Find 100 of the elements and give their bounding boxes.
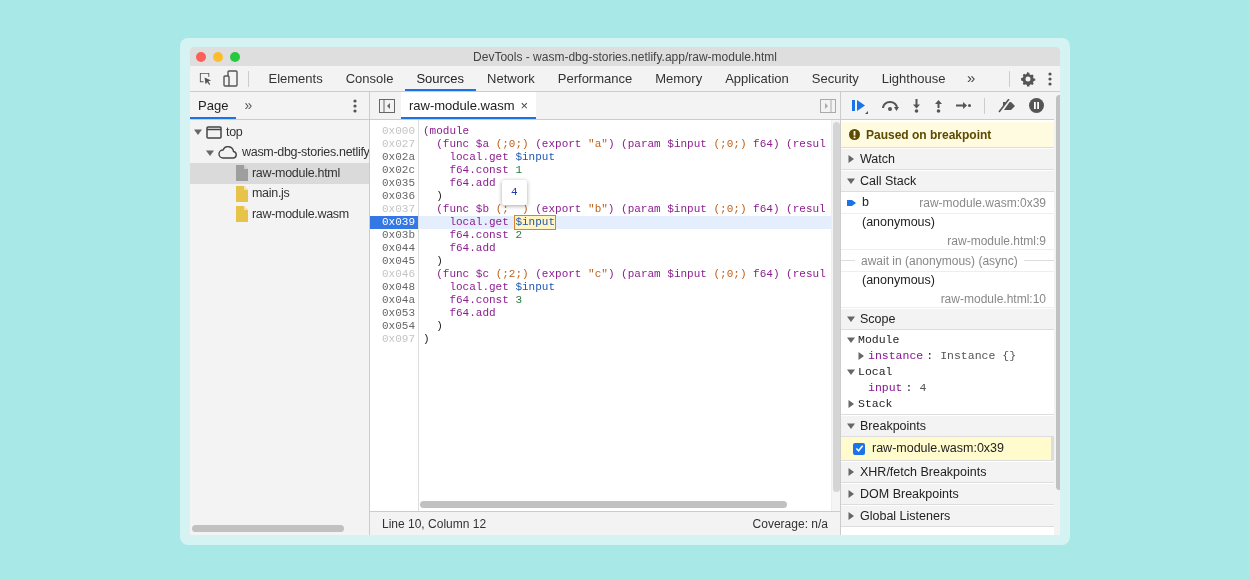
tree-item[interactable]: raw-module.wasm [190, 204, 369, 225]
expanded-arrow-icon[interactable] [847, 368, 855, 376]
scope-item[interactable]: Stack [841, 396, 1054, 412]
cloud-icon [218, 146, 238, 160]
line-number: 0x037 [381, 203, 416, 216]
horizontal-scrollbar[interactable] [192, 524, 344, 532]
more-tabs-button[interactable]: » [236, 92, 261, 119]
step-out-icon[interactable] [934, 98, 943, 113]
settings-icon[interactable] [1020, 70, 1036, 87]
section-header[interactable]: DOM Breakpoints [841, 484, 1054, 505]
code-line: ) [435, 320, 443, 333]
main-tab[interactable]: Console [334, 66, 405, 91]
code-line: ) [435, 190, 443, 203]
code-line: f64.const 1 [448, 164, 523, 177]
section-header[interactable]: Scope [841, 309, 1054, 330]
main-tab[interactable]: Lighthouse [870, 66, 957, 91]
info-icon [849, 129, 860, 140]
editor-tab[interactable]: raw-module.wasm × [401, 92, 537, 119]
main-tab[interactable]: Application [713, 66, 801, 91]
cursor-position: Line 10, Column 12 [382, 515, 487, 533]
main-tab[interactable]: Network [475, 66, 547, 91]
value-tooltip: 4 [501, 180, 527, 205]
line-number[interactable]: 0x02c [370, 164, 418, 177]
expanded-arrow-icon[interactable] [847, 422, 855, 430]
vertical-scrollbar[interactable] [832, 122, 840, 492]
collapsed-arrow-icon[interactable] [847, 468, 855, 476]
more-options-icon[interactable] [1048, 71, 1052, 86]
line-number[interactable]: 0x054 [370, 320, 418, 333]
pause-on-exceptions-icon[interactable] [1029, 98, 1044, 113]
scope-item[interactable]: Local [841, 364, 1054, 380]
main-tab[interactable]: Security [800, 66, 871, 91]
tree-item[interactable]: main.js [190, 183, 369, 204]
device-toolbar-icon[interactable] [223, 70, 238, 87]
tree-item[interactable]: wasm-dbg-stories.netlify [190, 142, 369, 163]
section-header[interactable]: Global Listeners [841, 506, 1054, 527]
main-tab[interactable]: Elements [257, 66, 335, 91]
code-line: f64.const 3 [448, 294, 523, 307]
code-line: (func $a (;0;) (export "a") (param $input (;0;) f64) (resul [435, 138, 826, 151]
expanded-arrow-icon[interactable] [847, 315, 855, 323]
collapsed-arrow-icon[interactable] [847, 512, 855, 520]
scope-item[interactable]: input : 4 [841, 380, 1054, 396]
call-frame[interactable]: b raw-module.wasm:0x39 [841, 192, 1054, 214]
section-header[interactable]: Breakpoints [841, 416, 1054, 437]
coverage-status: Coverage: n/a [752, 515, 828, 533]
toggle-debugger-icon[interactable] [820, 98, 836, 113]
expanded-arrow-icon[interactable] [206, 148, 214, 157]
more-tabs-button[interactable]: » [956, 66, 986, 91]
tree-item[interactable]: raw-module.html [190, 163, 369, 184]
toggle-navigator-icon[interactable] [379, 98, 395, 113]
section-header[interactable]: XHR/fetch Breakpoints [841, 462, 1054, 483]
deactivate-breakpoints-icon[interactable] [998, 98, 1016, 113]
vertical-scrollbar[interactable] [1055, 95, 1060, 490]
checkbox[interactable] [853, 442, 865, 455]
step-over-icon[interactable] [881, 99, 899, 112]
line-number[interactable]: 0x03b [370, 229, 418, 242]
collapsed-arrow-icon[interactable] [857, 352, 865, 360]
line-number[interactable]: 0x044 [370, 242, 418, 255]
resume-icon[interactable] [851, 97, 868, 114]
scope-item[interactable]: Module [841, 332, 1054, 348]
code-line: ) [422, 333, 430, 346]
inspect-element-icon[interactable] [198, 71, 213, 86]
collapsed-arrow-icon[interactable] [847, 400, 855, 408]
expanded-arrow-icon[interactable] [847, 177, 855, 185]
line-number[interactable]: 0x02a [370, 151, 418, 164]
code-line: f64.add [448, 177, 496, 190]
tree-item[interactable]: top [190, 122, 369, 143]
navigator-tab[interactable]: Page [190, 92, 237, 119]
line-number[interactable]: 0x045 [370, 255, 418, 268]
navigator-menu-icon[interactable] [353, 98, 357, 113]
line-number: 0x000 [381, 125, 416, 138]
line-number[interactable]: 0x04a [370, 294, 418, 307]
async-separator: await in (anonymous) (async) [860, 252, 1019, 270]
line-number[interactable]: 0x048 [370, 281, 418, 294]
horizontal-scrollbar[interactable] [420, 501, 787, 508]
paused-message: Paused on breakpoint [866, 126, 992, 144]
line-number[interactable]: 0x053 [370, 307, 418, 320]
main-tab[interactable]: Performance [546, 66, 644, 91]
current-frame-arrow-icon [847, 197, 857, 208]
step-icon[interactable] [956, 101, 971, 110]
code-line: (module [422, 125, 470, 138]
close-tab-button[interactable]: × [520, 95, 529, 116]
collapsed-arrow-icon[interactable] [847, 490, 855, 498]
code-line: local.get $input [448, 151, 556, 164]
scope-item[interactable]: instance : Instance {} [841, 348, 1054, 364]
window-title: DevTools - wasm-dbg-stories.netlify.app/raw-module.html [473, 48, 777, 66]
line-number[interactable]: 0x036 [370, 190, 418, 203]
line-number[interactable]: 0x035 [370, 177, 418, 190]
code-line: f64.add [448, 242, 496, 255]
code-line: f64.const 2 [448, 229, 523, 242]
expanded-arrow-icon[interactable] [847, 336, 855, 344]
step-into-icon[interactable] [912, 98, 921, 113]
line-number: 0x046 [381, 268, 416, 281]
section-header[interactable]: Watch [841, 149, 1054, 170]
expanded-arrow-icon[interactable] [194, 128, 202, 137]
code-line: f64.add [448, 307, 496, 320]
main-tab[interactable]: Memory [643, 66, 714, 91]
breakpoint-item[interactable]: raw-module.wasm:0x39 [841, 437, 1054, 461]
collapsed-arrow-icon[interactable] [847, 155, 855, 163]
line-number: 0x097 [381, 333, 416, 346]
section-header[interactable]: Call Stack [841, 171, 1054, 192]
